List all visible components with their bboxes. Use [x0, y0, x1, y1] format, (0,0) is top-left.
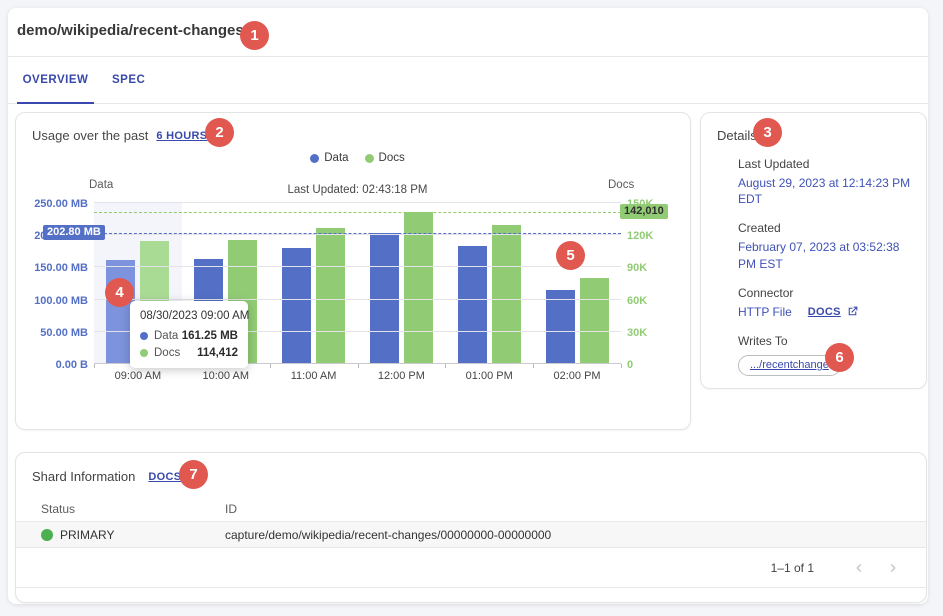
tab-spec[interactable]: SPEC — [94, 57, 163, 103]
writes-to-label: Writes To — [738, 334, 910, 348]
bar-data-02:00 PM[interactable] — [546, 290, 575, 364]
markline-dash — [94, 212, 621, 213]
connector-value: HTTP File — [738, 304, 792, 320]
column-status: Status — [41, 502, 225, 516]
right-axis-title: Docs — [608, 179, 634, 191]
table-row[interactable]: PRIMARY capture/demo/wikipedia/recent-ch… — [16, 521, 926, 548]
bar-data-01:00 PM[interactable] — [458, 246, 487, 364]
page-card: demo/wikipedia/recent-changes OVERVIEW S… — [8, 8, 928, 604]
markline-label: 142,010 — [620, 204, 668, 219]
annotation-marker-4: 4 — [105, 278, 134, 307]
bar-docs-01:00 PM[interactable] — [492, 225, 521, 364]
chart-last-updated: Last Updated: 02:43:18 PM — [94, 184, 621, 196]
time-range-link[interactable]: 6 HOURS — [156, 130, 207, 142]
annotation-marker-2: 2 — [205, 118, 234, 147]
x-tick: 02:00 PM — [533, 370, 621, 382]
y-tick-right: 0 — [627, 359, 633, 371]
axis-tick — [533, 364, 534, 368]
axis-tick — [445, 364, 446, 368]
annotation-marker-5: 5 — [556, 241, 585, 270]
x-tick: 09:00 AM — [94, 370, 182, 382]
tooltip-row-docs: Docs 114,412 — [140, 347, 238, 359]
shard-docs-link[interactable]: DOCS — [148, 471, 181, 483]
axis-tick — [270, 364, 271, 368]
shard-table: Status ID PRIMARY capture/demo/wikipedia… — [16, 497, 926, 548]
y-tick-right: 90K — [627, 262, 647, 274]
created-value: February 07, 2023 at 03:52:38 PM EST — [738, 239, 914, 271]
x-tick: 01:00 PM — [445, 370, 533, 382]
y-tick-right: 120K — [627, 230, 653, 242]
x-tick: 12:00 PM — [357, 370, 445, 382]
usage-card: Usage over the past 6 HOURS Data Docs La… — [15, 112, 691, 430]
x-tick: 10:00 AM — [182, 370, 270, 382]
tooltip-title: 08/30/2023 09:00 AM — [140, 310, 238, 322]
shard-table-header: Status ID — [16, 497, 926, 521]
tab-bar: OVERVIEW SPEC — [8, 57, 928, 104]
tooltip-row-data: Data 161.25 MB — [140, 330, 238, 342]
tooltip-dot-docs — [140, 349, 148, 357]
status-dot-icon — [41, 529, 53, 541]
bar-docs-02:00 PM[interactable] — [580, 278, 609, 364]
axis-tick — [621, 364, 622, 368]
tooltip-dot-data — [140, 332, 148, 340]
bar-group-01:00 PM — [445, 203, 533, 364]
y-tick-left: 250.00 MB — [34, 198, 88, 210]
legend-item-docs[interactable]: Docs — [365, 152, 405, 164]
y-tick-left: 50.00 MB — [40, 327, 88, 339]
created-label: Created — [738, 221, 910, 235]
external-link-icon[interactable] — [846, 305, 859, 318]
legend-dot-data — [310, 154, 319, 163]
connector-docs-link[interactable]: DOCS — [808, 306, 841, 318]
annotation-marker-6: 6 — [825, 343, 854, 372]
title-row: demo/wikipedia/recent-changes — [8, 8, 928, 57]
details-title: Details — [717, 128, 910, 143]
axis-tick — [358, 364, 359, 368]
status-value: PRIMARY — [60, 528, 114, 542]
gridline — [94, 299, 621, 300]
gridline — [94, 266, 621, 267]
legend-dot-docs — [365, 154, 374, 163]
last-updated-label: Last Updated — [738, 157, 910, 171]
bar-group-02:00 PM — [533, 203, 621, 364]
shard-card: Shard Information DOCS Status ID PRIMARY… — [15, 452, 927, 603]
page-title: demo/wikipedia/recent-changes — [17, 22, 244, 39]
y-tick-right: 30K — [627, 327, 647, 339]
y-axis-right: 030K60K90K120K150K — [627, 203, 687, 364]
connector-label: Connector — [738, 286, 910, 300]
chart-legend: Data Docs — [94, 152, 621, 164]
pagination-label: 1–1 of 1 — [771, 561, 814, 575]
x-tick: 11:00 AM — [270, 370, 358, 382]
markline-dash — [94, 233, 621, 234]
pagination-bar: 1–1 of 1 — [16, 549, 926, 588]
shard-title: Shard Information — [32, 469, 135, 484]
writes-to-link[interactable]: .../recentchange — [750, 359, 829, 371]
bar-group-12:00 PM — [357, 203, 445, 364]
usage-title: Usage over the past — [32, 128, 148, 143]
previous-page-button[interactable] — [846, 555, 872, 581]
annotation-marker-3: 3 — [753, 118, 782, 147]
annotation-marker-7: 7 — [179, 460, 208, 489]
gridline — [94, 202, 621, 203]
markline-label: 202.80 MB — [43, 225, 105, 240]
last-updated-value: August 29, 2023 at 12:14:23 PM EDT — [738, 175, 914, 207]
column-id: ID — [225, 502, 237, 516]
y-tick-left: 100.00 MB — [34, 295, 88, 307]
bar-group-11:00 AM — [270, 203, 358, 364]
annotation-marker-1: 1 — [240, 21, 269, 50]
legend-item-data[interactable]: Data — [310, 152, 348, 164]
y-tick-left: 0.00 B — [56, 359, 88, 371]
bar-docs-11:00 AM[interactable] — [316, 228, 345, 364]
y-tick-right: 60K — [627, 295, 647, 307]
shard-id-value: capture/demo/wikipedia/recent-changes/00… — [225, 528, 551, 542]
details-card: Details Last Updated August 29, 2023 at … — [700, 112, 927, 389]
tab-overview[interactable]: OVERVIEW — [17, 57, 94, 103]
chart-tooltip: 08/30/2023 09:00 AM Data 161.25 MB Docs … — [130, 301, 248, 368]
next-page-button[interactable] — [880, 555, 906, 581]
y-tick-left: 150.00 MB — [34, 262, 88, 274]
left-axis-title: Data — [89, 179, 113, 191]
axis-tick — [94, 364, 95, 368]
x-axis: 09:00 AM10:00 AM11:00 AM12:00 PM01:00 PM… — [94, 370, 621, 382]
